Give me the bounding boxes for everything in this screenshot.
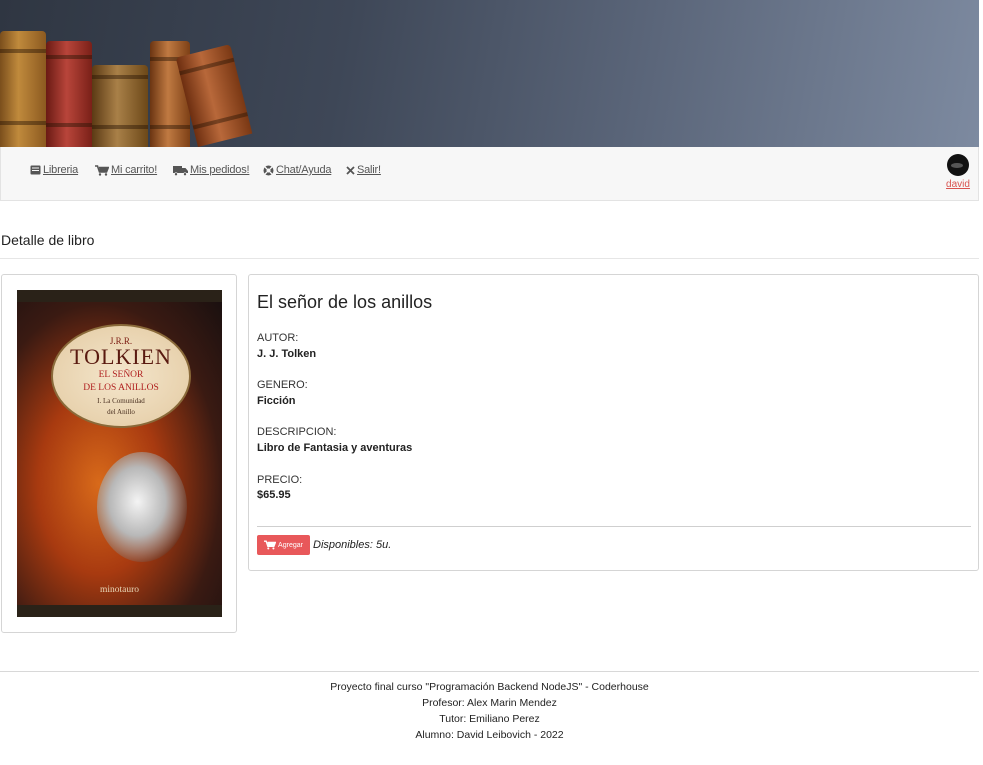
book-icon <box>30 165 41 175</box>
footer-tutor-line: Tutor: Emiliano Perez <box>439 713 540 725</box>
nav-carrito-label: Mi carrito! <box>111 164 158 176</box>
banner-book <box>0 31 46 147</box>
divider <box>0 258 979 259</box>
genre-value: Ficción <box>257 395 296 407</box>
genre-label: GENERO: <box>257 379 308 391</box>
footer-course-line: Proyecto final curso "Programación Backe… <box>330 681 649 693</box>
cover-series-line1: EL SEÑOR <box>98 370 144 380</box>
banner-book <box>92 65 148 147</box>
footer-professor-line: Profesor: Alex Marin Mendez <box>422 697 557 709</box>
cover-volume-line2: del Anillo <box>107 408 135 416</box>
nav-libreria-link[interactable]: Libreria <box>30 164 78 176</box>
book-cover-card: J.R.R. TOLKIEN EL SEÑOR DE LOS ANILLOS I… <box>1 274 237 633</box>
nav-salir-label: Salir! <box>357 164 381 176</box>
cover-illustration <box>97 452 187 562</box>
description-value: Libro de Fantasia y aventuras <box>257 442 413 454</box>
nav-carrito-link[interactable]: Mi carrito! <box>95 164 157 176</box>
cart-icon <box>264 540 277 550</box>
cover-author: TOLKIEN <box>70 344 172 369</box>
author-value: J. J. Tolken <box>257 348 317 360</box>
nav-pedidos-label: Mis pedidos! <box>190 164 250 176</box>
cart-icon <box>95 164 109 176</box>
add-to-cart-button[interactable]: Agregar <box>257 535 310 555</box>
divider <box>257 526 971 527</box>
nav-chat-label: Chat/Ayuda <box>276 164 332 176</box>
footer-student-line: Alumno: David Leibovich - 2022 <box>415 729 564 741</box>
user-menu[interactable]: david <box>946 154 970 190</box>
header-banner-image <box>0 0 979 147</box>
page-title: Detalle de libro <box>1 232 95 248</box>
author-label: AUTOR: <box>257 332 299 344</box>
nav-pedidos-link[interactable]: Mis pedidos! <box>173 164 250 176</box>
cover-series-line2: DE LOS ANILLOS <box>83 383 159 393</box>
nav-chat-link[interactable]: Chat/Ayuda <box>263 164 331 176</box>
cover-volume-line1: I. La Comunidad <box>97 397 145 405</box>
book-title: El señor de los anillos <box>257 292 433 312</box>
banner-book <box>46 41 92 147</box>
book-cover-image: J.R.R. TOLKIEN EL SEÑOR DE LOS ANILLOS I… <box>17 290 222 617</box>
add-to-cart-label: Agregar <box>278 541 303 549</box>
nav-salir-link[interactable]: Salir! <box>346 164 381 176</box>
stock-text: Disponibles: 5u. <box>313 539 392 551</box>
cover-title-oval: J.R.R. TOLKIEN EL SEÑOR DE LOS ANILLOS I… <box>51 324 191 428</box>
user-name-link[interactable]: david <box>946 179 970 190</box>
main-navbar: Libreria Mi carrito! Mis pedidos! Chat/A… <box>0 147 979 201</box>
help-circle-icon <box>263 165 274 175</box>
description-label: DESCRIPCION: <box>257 426 337 438</box>
nav-libreria-label: Libreria <box>43 164 79 176</box>
close-icon <box>346 165 355 175</box>
divider <box>0 671 979 672</box>
avatar[interactable] <box>947 154 969 176</box>
price-label: PRECIO: <box>257 474 303 486</box>
cover-publisher: minotauro <box>99 585 140 595</box>
book-detail-card: El señor de los anillos AUTOR: J. J. Tol… <box>248 274 979 571</box>
price-value: $65.95 <box>257 489 291 501</box>
page-footer: Proyecto final curso "Programación Backe… <box>0 679 979 743</box>
truck-icon <box>173 165 188 176</box>
